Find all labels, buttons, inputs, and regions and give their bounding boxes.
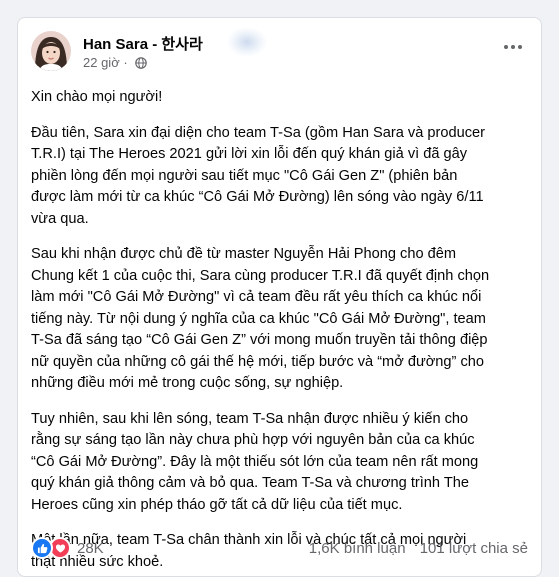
post-meta: 22 giờ · [83,55,148,72]
shares-count[interactable]: 101 lượt chia sẻ [420,540,528,557]
post-card: Han Sara - 한사라 22 giờ · Xin chào mọi ngư… [17,17,542,577]
post-paragraph: Sau khi nhận được chủ đề từ master Nguyễ… [31,246,490,391]
post-time[interactable]: 22 giờ [83,55,120,70]
blurred-mark [227,27,267,57]
post-header: Han Sara - 한사라 22 giờ · [31,27,528,73]
globe-icon [135,57,148,72]
post-paragraph: Xin chào mọi người! [31,89,163,105]
meta-separator: · [123,55,128,70]
post-paragraph: Tuy nhiên, sau khi lên sóng, team T-Sa n… [31,410,479,513]
author-name[interactable]: Han Sara - 한사라 [83,33,203,54]
more-options-icon[interactable] [498,35,528,59]
comments-count[interactable]: 1,6K bình luận [309,540,406,557]
post-paragraph: Đầu tiên, Sara xin đại diện cho team T-S… [31,124,486,227]
post-footer: 28K 1,6K bình luận 101 lượt chia sẻ [31,532,528,564]
avatar[interactable] [31,31,71,71]
post-text: Xin chào mọi người! Đầu tiên, Sara xin đ… [31,87,531,576]
reactions-count: 28K [77,539,104,557]
engagement-stats: 1,6K bình luận 101 lượt chia sẻ [309,540,528,557]
like-reaction-icon [31,537,53,559]
reactions-summary[interactable]: 28K [31,537,104,559]
